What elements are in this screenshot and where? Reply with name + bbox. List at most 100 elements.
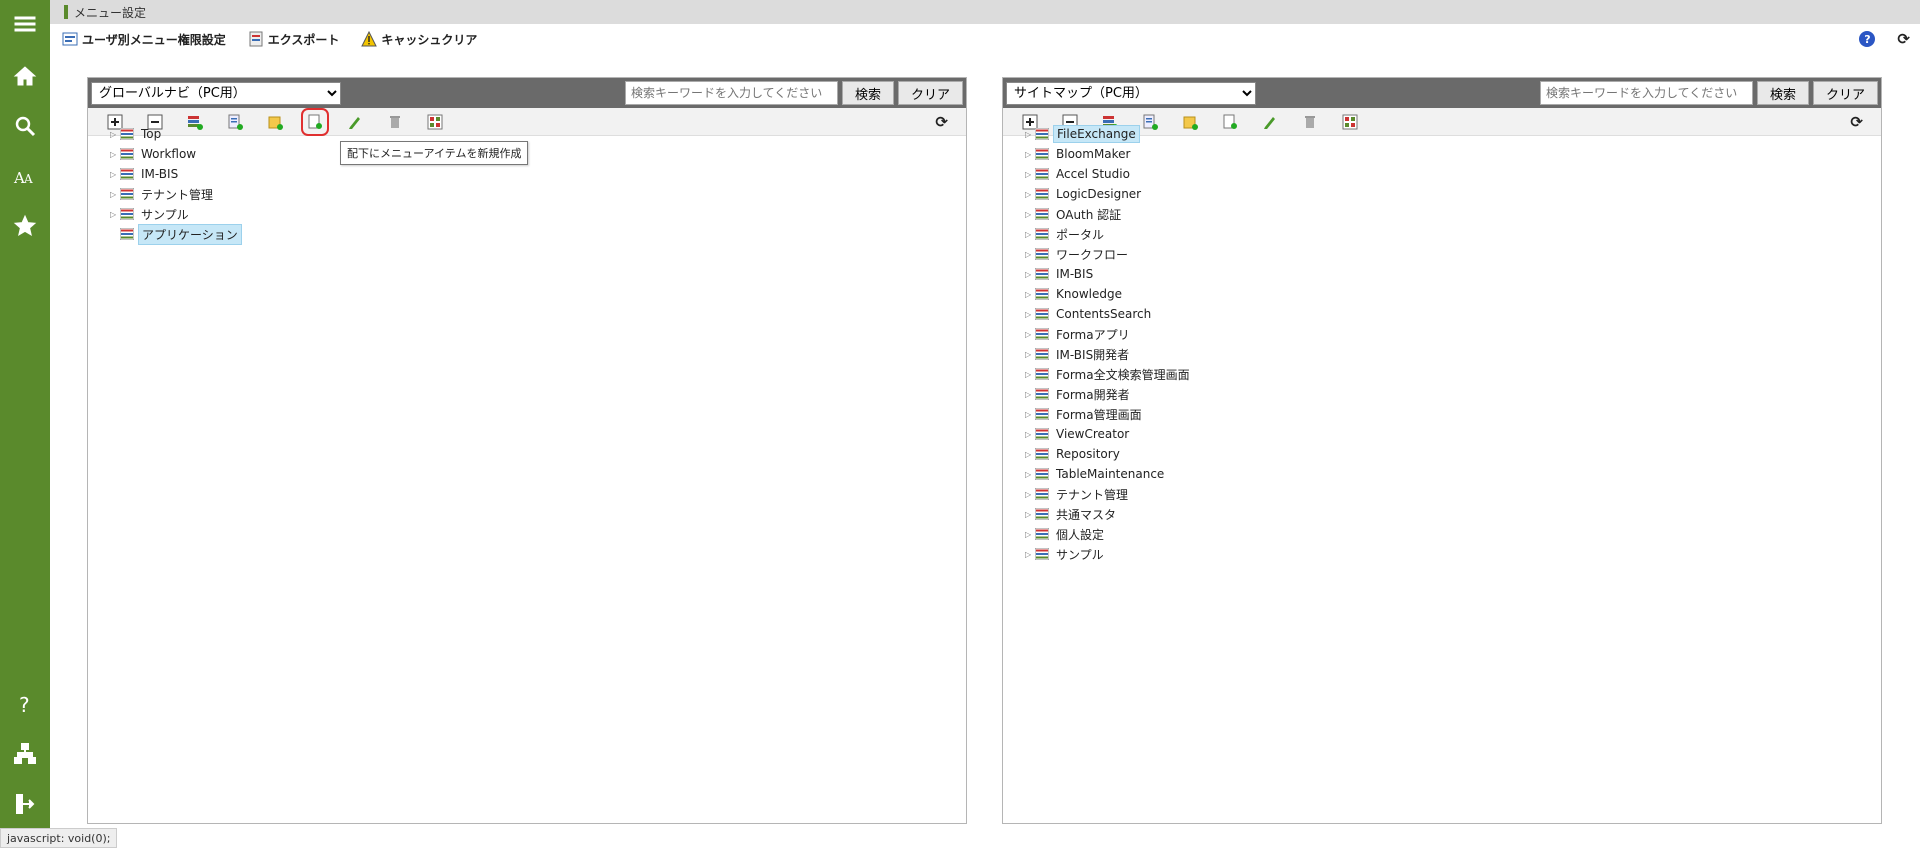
tree-node-im-bis[interactable]: ▷ IM-BIS (110, 164, 242, 184)
sitemap-tree-node[interactable]: ▷ Repository (1025, 444, 1193, 464)
menu-node-icon (1034, 387, 1050, 401)
delete-trash-icon[interactable] (386, 113, 404, 131)
sitemap-tree-node[interactable]: ▷ 共通マスタ (1025, 504, 1193, 524)
tree-node-top[interactable]: ▷ Top (110, 124, 242, 144)
expand-arrow-icon[interactable]: ▷ (1025, 490, 1033, 499)
left-tree-refresh-icon[interactable]: ⟳ (935, 113, 948, 131)
expand-arrow-icon[interactable]: ▷ (1025, 470, 1033, 479)
expand-arrow-icon[interactable]: ▷ (1025, 450, 1033, 459)
delete-trash-icon[interactable] (1301, 113, 1319, 131)
left-menu-select[interactable]: グローバルナビ（PC用） (91, 81, 341, 105)
menu-node-icon (119, 207, 135, 221)
tree-node-sample[interactable]: ▷ サンプル (110, 204, 242, 224)
tree-node-application[interactable]: アプリケーション (110, 223, 242, 245)
menu-node-icon (1034, 487, 1050, 501)
sitemap-tree-node[interactable]: ▷ LogicDesigner (1025, 184, 1193, 204)
left-search-input[interactable] (624, 81, 838, 105)
hamburger-menu-icon[interactable] (0, 4, 50, 44)
expand-arrow-icon[interactable]: ▷ (1025, 250, 1033, 259)
expand-arrow-icon[interactable]: ▷ (110, 170, 118, 179)
sitemap-tree-node[interactable]: ▷ Formaアプリ (1025, 324, 1193, 344)
sitemap-tree-node[interactable]: ▷ Forma開発者 (1025, 384, 1193, 404)
tree-node-tenant[interactable]: ▷ テナント管理 (110, 184, 242, 204)
font-size-icon[interactable]: AA (0, 156, 50, 196)
expand-arrow-icon[interactable]: ▷ (1025, 150, 1033, 159)
search-icon[interactable] (0, 106, 50, 146)
expand-arrow-icon[interactable]: ▷ (1025, 210, 1033, 219)
menu-node-icon (119, 167, 135, 181)
expand-arrow-icon[interactable]: ▷ (1025, 130, 1033, 139)
expand-arrow-icon[interactable]: ▷ (1025, 530, 1033, 539)
sitemap-tree-node[interactable]: ▷ IM-BIS (1025, 264, 1193, 284)
user-menu-permission-button[interactable]: ユーザ別メニュー権限設定 (62, 31, 226, 48)
status-bar: javascript: void(0); (0, 828, 118, 848)
settings-grid-icon[interactable] (426, 113, 444, 131)
add-child-item-icon[interactable] (1221, 113, 1239, 131)
expand-arrow-icon[interactable]: ▷ (1025, 550, 1033, 559)
sitemap-tree-node[interactable]: ▷ ワークフロー (1025, 244, 1193, 264)
edit-pencil-icon[interactable] (1261, 113, 1279, 131)
expand-arrow-icon[interactable]: ▷ (1025, 430, 1033, 439)
help-question-icon[interactable]: ? (0, 684, 50, 724)
expand-arrow-icon[interactable]: ▷ (1025, 350, 1033, 359)
expand-arrow-icon[interactable]: ▷ (1025, 330, 1033, 339)
expand-arrow-icon[interactable]: ▷ (1025, 310, 1033, 319)
expand-arrow-icon[interactable]: ▷ (1025, 170, 1033, 179)
expand-arrow-icon[interactable]: ▷ (1025, 290, 1033, 299)
sitemap-icon[interactable] (0, 734, 50, 774)
expand-arrow-icon[interactable]: ▷ (1025, 410, 1033, 419)
sitemap-tree-node[interactable]: ▷ ContentsSearch (1025, 304, 1193, 324)
expand-arrow-icon[interactable]: ▷ (110, 150, 118, 159)
user-menu-icon (62, 31, 78, 47)
sitemap-tree-node[interactable]: ▷ IM-BIS開発者 (1025, 344, 1193, 364)
sitemap-tree-node[interactable]: ▷ Forma全文検索管理画面 (1025, 364, 1193, 384)
sitemap-tree-node[interactable]: ▷ Accel Studio (1025, 164, 1193, 184)
sitemap-tree-node[interactable]: ▷ Knowledge (1025, 284, 1193, 304)
sitemap-tree-node[interactable]: ▷ Forma管理画面 (1025, 404, 1193, 424)
expand-arrow-icon[interactable]: ▷ (110, 130, 118, 139)
left-clear-button[interactable]: クリア (897, 81, 963, 105)
tree-node-label: ポータル (1056, 227, 1105, 242)
expand-arrow-icon[interactable]: ▷ (1025, 230, 1033, 239)
tree-node-label: 個人設定 (1056, 527, 1105, 542)
export-button[interactable]: エクスポート (248, 31, 339, 48)
expand-arrow-icon[interactable]: ▷ (1025, 190, 1033, 199)
tree-node-workflow[interactable]: ▷ Workflow (110, 144, 242, 164)
sitemap-tree-node[interactable]: ▷ 個人設定 (1025, 524, 1193, 544)
sitemap-tree-node[interactable]: ▷ BloomMaker (1025, 144, 1193, 164)
favorites-star-icon[interactable] (0, 206, 50, 246)
sitemap-tree-node[interactable]: ▷ TableMaintenance (1025, 464, 1193, 484)
menu-node-icon (1034, 147, 1050, 161)
sitemap-tree-node[interactable]: ▷ ViewCreator (1025, 424, 1193, 444)
expand-arrow-icon[interactable]: ▷ (110, 210, 118, 219)
left-search-button[interactable]: 検索 (841, 81, 894, 105)
sitemap-tree-node[interactable]: ▷ FileExchange (1025, 124, 1193, 144)
help-icon[interactable]: ? (1859, 31, 1876, 47)
right-search-input[interactable] (1539, 81, 1753, 105)
right-sitemap-select[interactable]: サイトマップ（PC用） (1006, 81, 1256, 105)
expand-arrow-icon[interactable]: ▷ (1025, 270, 1033, 279)
expand-arrow-icon[interactable]: ▷ (110, 190, 118, 199)
edit-pencil-icon[interactable] (346, 113, 364, 131)
tree-node-label: テナント管理 (141, 187, 214, 202)
right-search-button[interactable]: 検索 (1756, 81, 1809, 105)
expand-arrow-icon[interactable]: ▷ (1025, 510, 1033, 519)
right-clear-button[interactable]: クリア (1812, 81, 1878, 105)
sitemap-tree-node[interactable]: ▷ ポータル (1025, 224, 1193, 244)
sitemap-tree-node[interactable]: ▷ テナント管理 (1025, 484, 1193, 504)
logout-icon[interactable] (0, 784, 50, 824)
add-folder-icon[interactable] (266, 113, 284, 131)
expand-arrow-icon[interactable]: ▷ (1025, 390, 1033, 399)
sitemap-tree-node[interactable]: ▷ OAuth 認証 (1025, 204, 1193, 224)
settings-grid-icon[interactable] (1341, 113, 1359, 131)
refresh-icon[interactable]: ⟳ (1897, 30, 1910, 48)
right-search-group: 検索 クリア (1539, 81, 1878, 105)
menu-node-icon (1034, 447, 1050, 461)
left-menu-tree: ▷ Top ▷ Workflow ▷ IM-BIS ▷ テナント管理 ▷ サンプル アプリ… (110, 124, 242, 245)
expand-arrow-icon[interactable]: ▷ (1025, 370, 1033, 379)
cache-clear-button[interactable]: キャッシュクリア (361, 30, 477, 48)
add-child-item-icon[interactable] (301, 108, 329, 136)
sitemap-tree-node[interactable]: ▷ サンプル (1025, 544, 1193, 564)
home-icon[interactable] (0, 56, 50, 96)
right-tree-refresh-icon[interactable]: ⟳ (1850, 113, 1863, 131)
